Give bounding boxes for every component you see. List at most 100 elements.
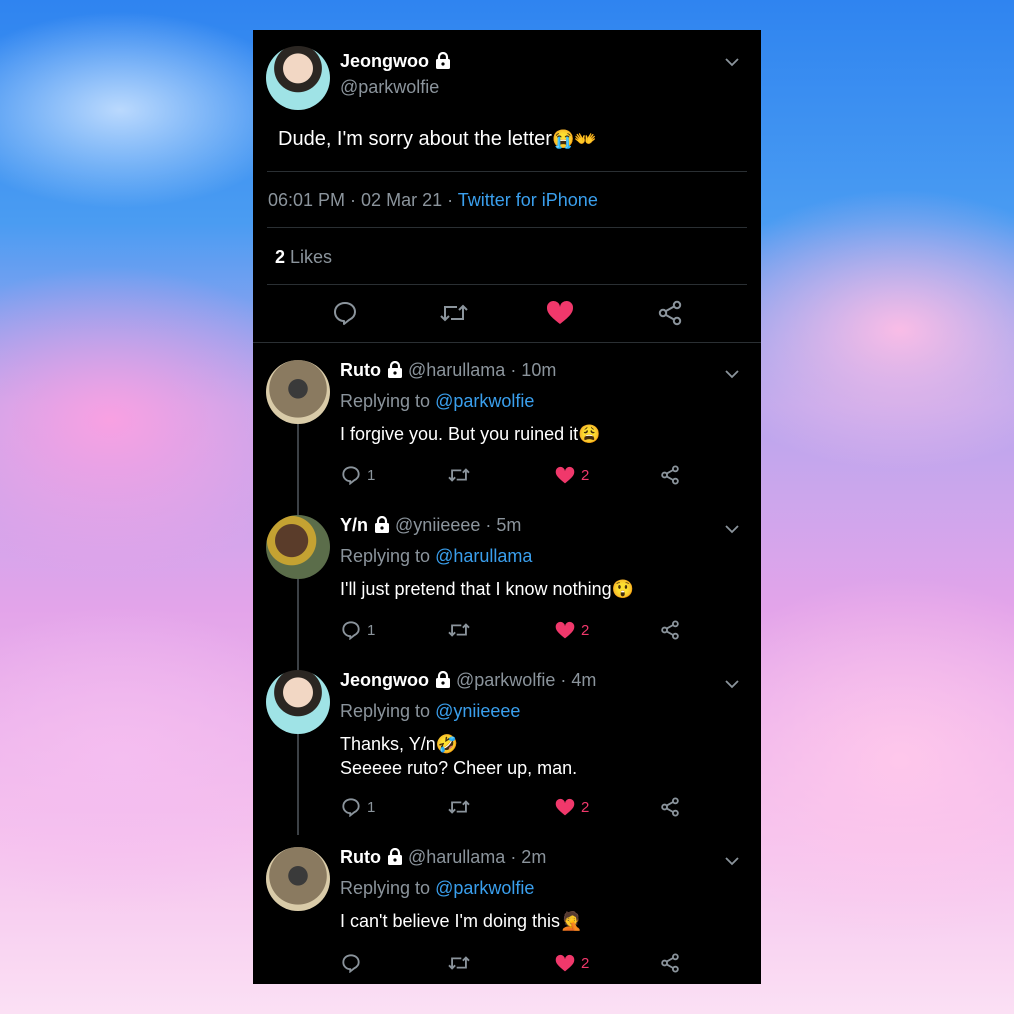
reply-author[interactable]: Y/n @yniieeee · 5m [340, 515, 521, 538]
reply-emoji: 😲 [611, 579, 635, 599]
retweet-button[interactable] [447, 619, 471, 641]
like-button[interactable]: 2 [555, 952, 589, 974]
reply-tweet[interactable]: Ruto @harullama · 2m Replying to @parkwo… [253, 847, 761, 984]
retweet-icon [448, 468, 470, 482]
chevron-down-icon[interactable] [725, 55, 739, 69]
chevron-down-icon[interactable] [725, 522, 739, 536]
tweet-screen: Jeongwoo @parkwolfie Dude, I'm sorry abo… [253, 30, 761, 984]
replying-to-link[interactable]: @parkwolfie [435, 878, 534, 898]
like-button[interactable] [545, 298, 575, 328]
client-separator: · [442, 190, 458, 210]
tweet-text-content: Dude, I'm sorry about the letter [278, 128, 552, 150]
retweet-button[interactable] [439, 298, 469, 328]
reply-icon [342, 621, 360, 640]
reply-author[interactable]: Jeongwoo @parkwolfie · 4m [340, 670, 596, 693]
likes-label: Likes [285, 247, 333, 267]
author-name[interactable]: Jeongwoo [340, 51, 451, 74]
avatar[interactable] [266, 515, 330, 579]
replying-label: Replying to [340, 546, 436, 566]
replying-to-link[interactable]: @harullama [435, 546, 532, 566]
share-button[interactable] [660, 464, 680, 486]
lock-icon [374, 515, 390, 538]
author-name-text[interactable]: Jeongwoo [340, 51, 429, 71]
share-button[interactable] [660, 796, 680, 818]
retweet-button[interactable] [447, 796, 471, 818]
like-count: 2 [581, 621, 590, 639]
reply-emoji: 😩 [578, 424, 601, 444]
reply-button[interactable]: 1 [341, 619, 375, 641]
reply-button[interactable] [341, 952, 367, 974]
reply-tweet[interactable]: Ruto @harullama · 10m Replying to @parkw… [253, 360, 761, 500]
replying-to-link[interactable]: @yniieeee [435, 701, 520, 721]
chevron-down-icon[interactable] [725, 367, 739, 381]
reply-text: I can't believe I'm doing this🤦 [340, 909, 582, 933]
reply-handle[interactable]: @parkwolfie · 4m [456, 670, 596, 690]
reply-icon [334, 302, 356, 325]
reply-button[interactable] [330, 298, 360, 328]
avatar[interactable] [266, 46, 330, 110]
reply-count: 1 [367, 466, 376, 484]
reply-author-name[interactable]: Ruto [340, 360, 381, 380]
reply-author[interactable]: Ruto @harullama · 10m [340, 360, 556, 383]
reply-icon [342, 954, 360, 973]
reply-handle[interactable]: @harullama · 10m [408, 360, 556, 380]
likes-count[interactable]: 2 Likes [275, 247, 332, 268]
share-button[interactable] [660, 952, 680, 974]
reply-text-line: I forgive you. But you ruined it [340, 424, 579, 444]
reply-author-name[interactable]: Y/n [340, 515, 368, 535]
divider [267, 227, 747, 228]
avatar[interactable] [266, 670, 330, 734]
retweet-icon [448, 623, 470, 637]
reply-text-line: I can't believe I'm doing this [340, 911, 560, 931]
reply-handle[interactable]: @yniieeee · 5m [395, 515, 521, 535]
share-button[interactable] [655, 298, 685, 328]
reply-button[interactable]: 1 [341, 464, 375, 486]
share-icon [661, 953, 679, 973]
retweet-icon [440, 304, 468, 322]
replying-to: Replying to @parkwolfie [340, 391, 534, 412]
chevron-down-icon[interactable] [725, 677, 739, 691]
like-count: 2 [581, 954, 590, 972]
lock-icon [435, 51, 451, 74]
reply-text: I'll just pretend that I know nothing😲 [340, 577, 634, 601]
tweet-date: 02 Mar 21 [361, 190, 443, 210]
heart-icon [555, 798, 575, 815]
like-count: 2 [581, 466, 590, 484]
reply-button[interactable]: 1 [341, 796, 375, 818]
reply-author[interactable]: Ruto @harullama · 2m [340, 847, 546, 870]
share-icon [658, 300, 682, 326]
reply-tweet[interactable]: Jeongwoo @parkwolfie · 4m Replying to @y… [253, 670, 761, 830]
replying-to-link[interactable]: @parkwolfie [435, 391, 534, 411]
replying-label: Replying to [340, 701, 436, 721]
divider [267, 171, 747, 172]
reply-count: 1 [367, 621, 376, 639]
likes-number: 2 [275, 247, 286, 267]
retweet-button[interactable] [447, 464, 471, 486]
tweet-actions [253, 298, 761, 330]
avatar[interactable] [266, 847, 330, 911]
lock-icon [435, 670, 451, 693]
reply-author-name[interactable]: Ruto [340, 847, 381, 867]
share-icon [661, 797, 679, 817]
chevron-down-icon[interactable] [725, 854, 739, 868]
like-button[interactable]: 2 [555, 619, 589, 641]
like-button[interactable]: 2 [555, 464, 589, 486]
share-icon [661, 465, 679, 485]
heart-icon [555, 621, 575, 638]
share-button[interactable] [660, 619, 680, 641]
reply-tweet[interactable]: Y/n @yniieeee · 5m Replying to @harullam… [253, 515, 761, 655]
author-handle[interactable]: @parkwolfie [340, 77, 439, 98]
retweet-button[interactable] [447, 952, 471, 974]
reply-icon [342, 798, 360, 817]
reply-count: 1 [367, 798, 376, 816]
avatar[interactable] [266, 360, 330, 424]
tweet-client-link[interactable]: Twitter for iPhone [458, 190, 598, 210]
replying-to: Replying to @parkwolfie [340, 878, 534, 899]
reply-handle[interactable]: @harullama · 2m [408, 847, 546, 867]
share-icon [661, 620, 679, 640]
retweet-icon [448, 800, 470, 814]
divider [267, 284, 747, 285]
like-button[interactable]: 2 [555, 796, 589, 818]
reply-author-name[interactable]: Jeongwoo [340, 670, 429, 690]
reply-emoji: 🤦 [560, 911, 583, 931]
